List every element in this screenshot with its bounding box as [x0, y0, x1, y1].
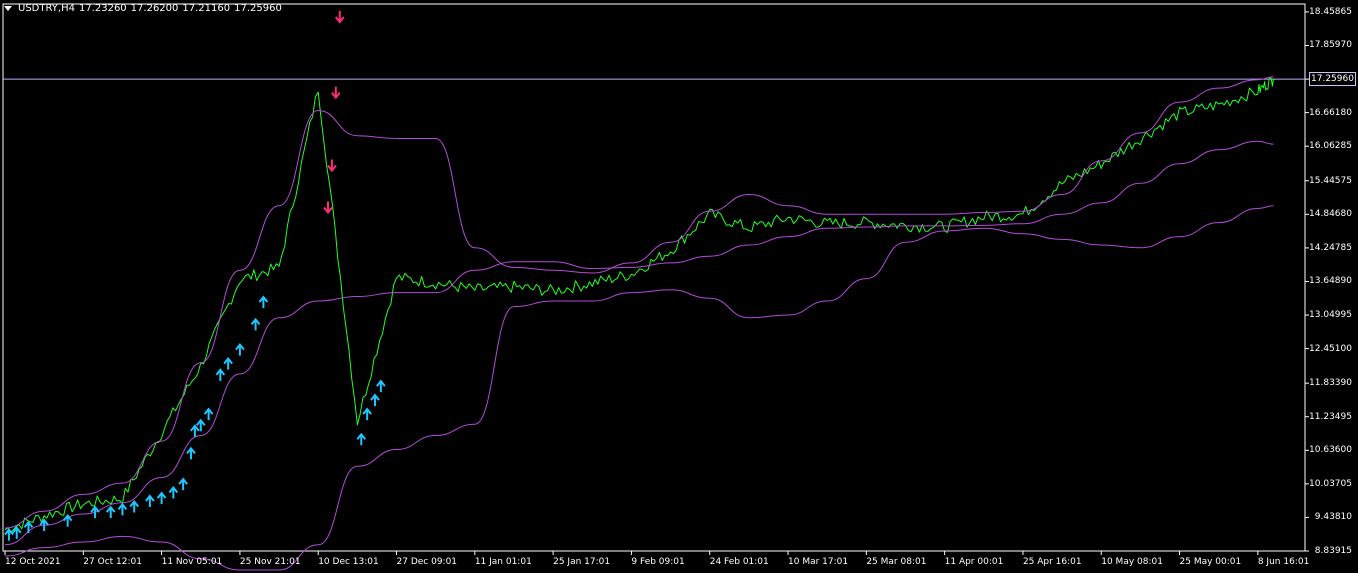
current-price-tag: 17.25960	[1309, 72, 1356, 87]
buy-arrow-icon	[376, 379, 386, 393]
buy-arrow-icon	[129, 499, 139, 513]
price-tick-label: 11.23495	[1309, 411, 1352, 422]
middle-band-line	[4, 140, 1274, 546]
buy-arrow-icon	[178, 477, 188, 491]
price-tick-label: 11.83390	[1309, 378, 1352, 389]
time-tick-label: 8 Jun 16:01	[1257, 557, 1310, 567]
buy-arrow-icon	[23, 520, 34, 534]
time-tick-label: 25 May 00:01	[1179, 557, 1242, 567]
price-tick-label: 18.45865	[1309, 6, 1352, 17]
price-tick-label: 14.84680	[1309, 209, 1352, 220]
buy-arrow-icon	[370, 393, 380, 407]
time-tick-label: 27 Oct 12:01	[83, 557, 142, 567]
chart-window[interactable]: USDTRY,H4 17.23260 17.26200 17.21160 17.…	[0, 0, 1358, 573]
buy-arrow-icon	[223, 357, 233, 370]
time-tick-label: 9 Feb 09:01	[631, 557, 685, 567]
time-tick-label: 27 Dec 09:01	[396, 557, 458, 567]
price-tick-label: 12.45100	[1309, 343, 1352, 354]
buy-arrow-icon	[62, 513, 73, 527]
buy-arrow-icon	[362, 407, 372, 421]
buy-arrow-icon	[145, 494, 155, 507]
time-tick-label: 25 Nov 21:01	[239, 557, 301, 567]
price-tick-label: 13.04995	[1309, 310, 1352, 321]
buy-arrow-icon	[215, 368, 226, 381]
lower-band-line	[4, 205, 1274, 571]
sell-arrow-icon	[327, 159, 337, 173]
time-tick-label: 24 Feb 01:01	[709, 557, 769, 567]
high-value: 17.26200	[130, 3, 179, 14]
symbol-label: USDTRY,H4	[18, 3, 75, 14]
low-value: 17.21160	[182, 3, 231, 14]
time-tick-label: 12 Oct 2021	[5, 557, 61, 567]
sell-arrow-icon	[334, 11, 345, 24]
time-tick-label: 25 Mar 08:01	[866, 557, 927, 567]
time-tick-label: 10 Mar 17:01	[788, 557, 849, 567]
time-tick-label: 10 May 08:01	[1101, 557, 1163, 567]
buy-arrow-icon	[203, 407, 214, 421]
buy-arrow-icon	[168, 485, 179, 499]
time-tick-label: 11 Jan 01:01	[474, 557, 532, 567]
price-tick-label: 8.83915	[1314, 546, 1352, 556]
price-tick-label: 9.43810	[1314, 512, 1352, 523]
time-tick-label: 10 Dec 13:01	[318, 557, 379, 567]
close-value: 17.25960	[234, 3, 282, 14]
buy-arrow-icon	[258, 295, 269, 309]
price-tick-label: 13.64890	[1309, 276, 1352, 287]
buy-arrow-icon	[105, 505, 116, 519]
price-tick-label: 16.06285	[1309, 141, 1352, 152]
plot-area[interactable]	[0, 0, 1358, 573]
chart-header: USDTRY,H4 17.23260 17.26200 17.21160 17.…	[4, 3, 282, 14]
time-tick-label: 11 Nov 05:01	[161, 557, 223, 567]
time-tick-label: 25 Apr 16:01	[1022, 557, 1082, 567]
buy-arrow-icon	[190, 424, 200, 437]
price-tick-label: 10.63600	[1309, 445, 1352, 456]
price-tick-label: 15.44575	[1309, 175, 1352, 186]
dropdown-triangle-icon[interactable]	[4, 6, 12, 11]
upper-band-line	[4, 76, 1274, 529]
buy-arrow-icon	[117, 502, 128, 516]
sell-arrow-icon	[323, 201, 333, 215]
price-tick-label: 10.03705	[1309, 478, 1352, 489]
open-value: 17.23260	[78, 3, 127, 14]
buy-arrow-icon	[156, 491, 167, 505]
time-tick-label: 25 Jan 17:01	[553, 557, 611, 567]
price-tick-label: 14.24785	[1309, 242, 1352, 253]
buy-arrow-icon	[356, 432, 367, 446]
price-tick-label: 16.66180	[1309, 107, 1352, 118]
price-tick-label: 17.85970	[1309, 40, 1352, 51]
time-tick-label: 11 Apr 00:01	[944, 557, 1004, 567]
plot-frame	[2, 3, 1306, 552]
buy-arrow-icon	[250, 317, 261, 331]
buy-arrow-icon	[186, 446, 196, 460]
sell-arrow-icon	[331, 86, 341, 100]
price-line	[4, 76, 1274, 533]
buy-arrow-icon	[235, 343, 245, 356]
